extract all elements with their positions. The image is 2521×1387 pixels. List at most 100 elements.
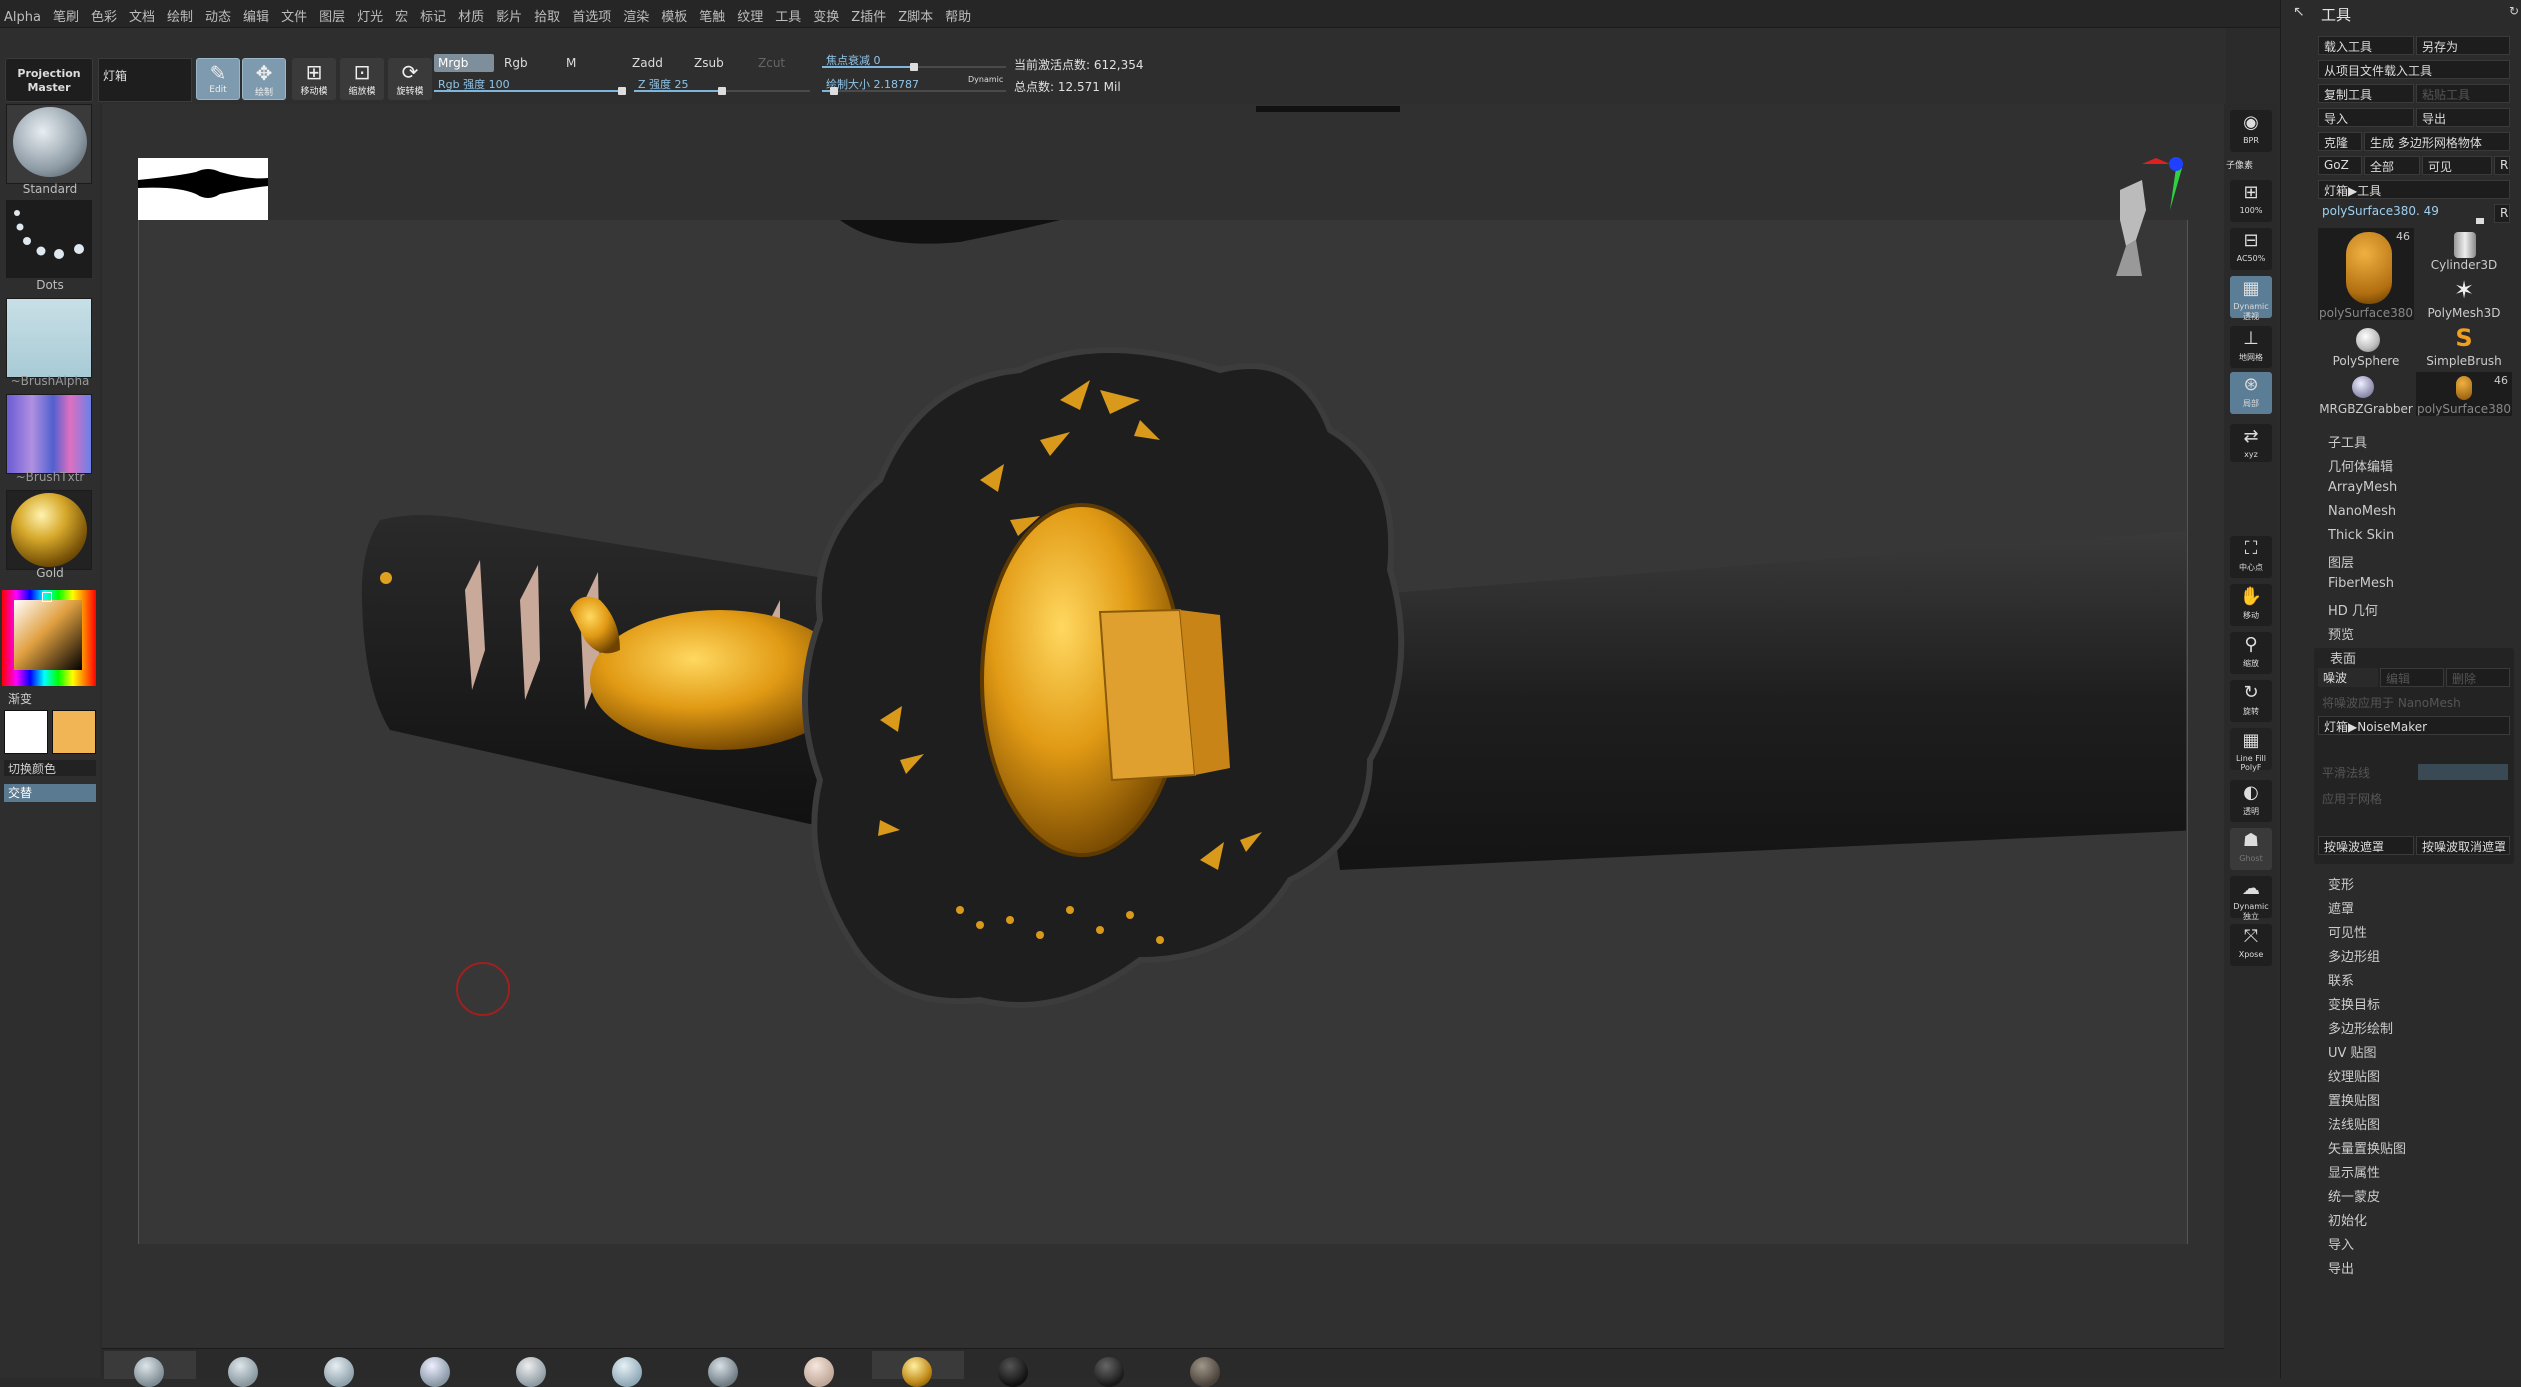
menu-movie-dynamic[interactable]: 动态 xyxy=(199,0,237,28)
move-view-button[interactable]: ✋ 移动 xyxy=(2230,584,2272,626)
material-ball-skin2[interactable] xyxy=(804,1357,834,1387)
section-surface[interactable]: 表面 xyxy=(2330,648,2356,667)
material-ball-skin[interactable] xyxy=(134,1357,164,1387)
section-displacement-map[interactable]: 置换贴图 xyxy=(2328,1090,2380,1109)
current-tool-r-button[interactable]: R xyxy=(2494,204,2510,223)
menu-macro[interactable]: 宏 xyxy=(389,0,414,28)
menu-picker[interactable]: 拾取 xyxy=(528,0,566,28)
tool-thumb-polysurface380[interactable]: 46 polySurface380 xyxy=(2318,228,2414,320)
material-ball-toy[interactable] xyxy=(1094,1357,1124,1387)
zsub-toggle[interactable]: Zsub xyxy=(690,54,728,72)
export-button[interactable]: 导出 xyxy=(2416,108,2510,127)
menu-render[interactable]: 渲染 xyxy=(617,0,655,28)
material-ball-bumpy[interactable] xyxy=(708,1357,738,1387)
goz-all-button[interactable]: 全部 xyxy=(2364,156,2420,175)
tool-thumb-cylinder3d[interactable]: Cylinder3D xyxy=(2416,228,2512,272)
katana-render[interactable] xyxy=(240,220,2186,1240)
alpha-selector[interactable] xyxy=(6,298,92,378)
ghost-button[interactable]: ☗ Ghost xyxy=(2230,828,2272,870)
import-button[interactable]: 导入 xyxy=(2318,108,2414,127)
goz-button[interactable]: GoZ xyxy=(2318,156,2362,175)
section-initialize[interactable]: 初始化 xyxy=(2328,1210,2367,1229)
section-fibermesh[interactable]: FiberMesh xyxy=(2328,576,2394,591)
local-button[interactable]: ⊛ 局部 xyxy=(2230,372,2272,414)
material-ball-flat[interactable] xyxy=(324,1357,354,1387)
navigation-thumbnail[interactable] xyxy=(138,158,268,222)
save-as-button[interactable]: 另存为 xyxy=(2416,36,2510,55)
palette-pin-icon[interactable]: ↖ xyxy=(2293,4,2305,20)
section-geometry[interactable]: 几何体编辑 xyxy=(2328,456,2393,475)
material-ball-matcap[interactable] xyxy=(612,1357,642,1387)
orientation-gizmo[interactable] xyxy=(2080,150,2190,290)
menu-brush[interactable]: 笔刷 xyxy=(47,0,85,28)
section-masking[interactable]: 遮罩 xyxy=(2328,898,2354,917)
tool-thumb-polymesh3d[interactable]: ✶ PolyMesh3D xyxy=(2416,276,2512,320)
section-display-properties[interactable]: 显示属性 xyxy=(2328,1162,2380,1181)
apply-to-mesh-button[interactable]: 应用于网格 xyxy=(2322,790,2382,807)
brush-selector[interactable] xyxy=(6,104,92,184)
secondary-color-swatch[interactable] xyxy=(52,710,96,754)
rotate-mode-button[interactable]: ⟳ 旋转模 xyxy=(388,58,432,100)
goz-visible-button[interactable]: 可见 xyxy=(2422,156,2492,175)
zadd-toggle[interactable]: Zadd xyxy=(628,54,667,72)
menu-transform[interactable]: 变换 xyxy=(807,0,845,28)
section-polygroups[interactable]: 多边形组 xyxy=(2328,946,2380,965)
menu-preferences[interactable]: 首选项 xyxy=(566,0,617,28)
section-visibility[interactable]: 可见性 xyxy=(2328,922,2367,941)
section-morph-target[interactable]: 变换目标 xyxy=(2328,994,2380,1013)
switch-color-button[interactable]: 切换颜色 xyxy=(4,760,96,776)
material-ball-basic[interactable] xyxy=(228,1357,258,1387)
aahalf-button[interactable]: ⊟ AC50% xyxy=(2230,228,2272,270)
smooth-normals-slider[interactable]: 平滑法线 xyxy=(2322,764,2370,781)
menu-zscript[interactable]: Z脚本 xyxy=(892,0,939,28)
section-thick-skin[interactable]: Thick Skin xyxy=(2328,528,2394,543)
dynamic-size-toggle[interactable]: Dynamic xyxy=(968,75,1003,84)
section-preview[interactable]: 预览 xyxy=(2328,624,2354,643)
menu-material[interactable]: 材质 xyxy=(452,0,490,28)
xpose-button[interactable]: ⤧ Xpose xyxy=(2230,924,2272,966)
noise-strength-field[interactable] xyxy=(2418,764,2508,780)
material-ball-other[interactable] xyxy=(1190,1357,1220,1387)
section-normal-map[interactable]: 法线贴图 xyxy=(2328,1114,2380,1133)
color-picker-sv[interactable] xyxy=(14,600,82,670)
section-contact[interactable]: 联系 xyxy=(2328,970,2354,989)
viewport-scrollbar[interactable] xyxy=(1256,106,1400,112)
section-uv-map[interactable]: UV 贴图 xyxy=(2328,1042,2377,1061)
frame-button[interactable]: ⛶ 中心点 xyxy=(2230,536,2272,578)
lightbox-button[interactable]: 灯箱 xyxy=(98,58,192,102)
section-export[interactable]: 导出 xyxy=(2328,1258,2354,1277)
noisemaker-button[interactable]: 灯箱▶NoiseMaker xyxy=(2318,716,2510,735)
transparency-button[interactable]: ◐ 透明 xyxy=(2230,780,2272,822)
menu-texture[interactable]: 纹理 xyxy=(731,0,769,28)
edit-mode-button[interactable]: ✎ Edit xyxy=(196,58,240,100)
load-from-project-button[interactable]: 从项目文件载入工具 xyxy=(2318,60,2510,79)
section-import[interactable]: 导入 xyxy=(2328,1234,2354,1253)
tool-thumb-polysphere[interactable]: PolySphere xyxy=(2318,324,2414,368)
zoom-view-button[interactable]: ⚲ 缩放 xyxy=(2230,632,2272,674)
xyz-button[interactable]: ⇄ xyz xyxy=(2230,424,2272,462)
scale-mode-button[interactable]: ⊡ 缩放模 xyxy=(340,58,384,100)
slider-knob[interactable] xyxy=(2476,218,2484,224)
load-tool-button[interactable]: 载入工具 xyxy=(2318,36,2414,55)
tool-thumb-polysurface380-b[interactable]: 46 polySurface380 xyxy=(2416,372,2512,416)
lightbox-tools-button[interactable]: 灯箱▶工具 xyxy=(2318,180,2510,199)
noise-delete-button[interactable]: 删除 xyxy=(2446,668,2510,687)
bpr-button[interactable]: ◉ BPR xyxy=(2230,110,2272,152)
menu-help[interactable]: 帮助 xyxy=(939,0,977,28)
menu-tool[interactable]: 工具 xyxy=(769,0,807,28)
material-ball-metal[interactable] xyxy=(420,1357,450,1387)
zcut-toggle[interactable]: Zcut xyxy=(754,54,789,72)
copy-tool-button[interactable]: 复制工具 xyxy=(2318,84,2414,103)
menu-edit[interactable]: 编辑 xyxy=(237,0,275,28)
section-hd-geometry[interactable]: HD 几何 xyxy=(2328,600,2378,619)
menu-file[interactable]: 文件 xyxy=(275,0,313,28)
noise-edit-button[interactable]: 编辑 xyxy=(2380,668,2444,687)
section-layers[interactable]: 图层 xyxy=(2328,552,2354,571)
menu-draw[interactable]: 绘制 xyxy=(161,0,199,28)
color-picker[interactable] xyxy=(2,590,96,686)
section-polypaint[interactable]: 多边形绘制 xyxy=(2328,1018,2393,1037)
section-arraymesh[interactable]: ArrayMesh xyxy=(2328,480,2397,495)
perspective-button[interactable]: ▦ Dynamic 透视 xyxy=(2230,276,2272,321)
menu-stroke[interactable]: 笔触 xyxy=(693,0,731,28)
menu-movie[interactable]: 影片 xyxy=(490,0,528,28)
